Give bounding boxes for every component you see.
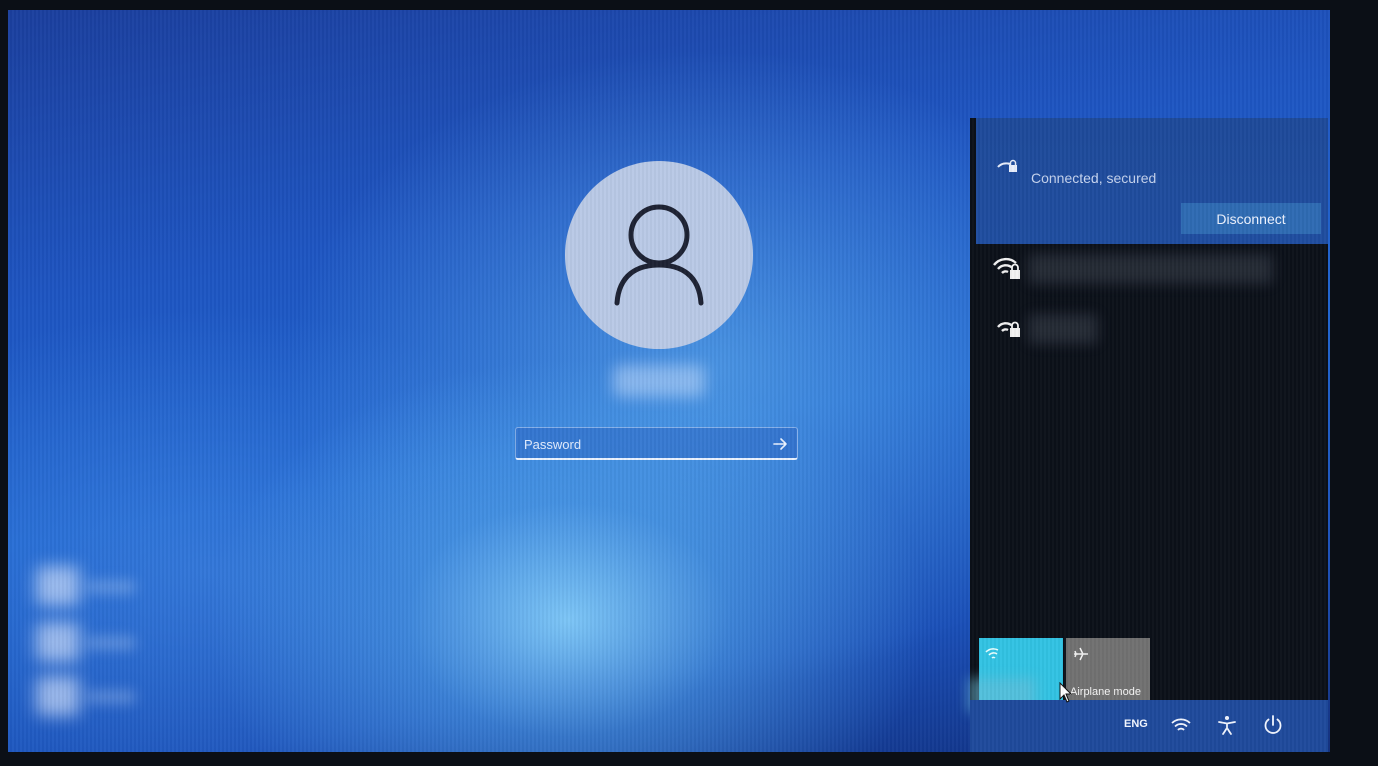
username-redacted (613, 365, 705, 397)
power-icon[interactable] (1262, 714, 1284, 736)
lock-screen: Connected, secured Disconnect Airplane m… (8, 10, 1330, 752)
other-user-name-redacted (86, 636, 136, 650)
wifi-secured-icon (993, 257, 1020, 279)
arrow-right-icon[interactable] (771, 435, 789, 453)
disconnect-button[interactable]: Disconnect (1181, 203, 1321, 234)
other-user-name-redacted (86, 580, 136, 594)
airplane-mode-label: Airplane mode (1070, 686, 1141, 698)
network-name-redacted (1028, 254, 1273, 284)
network-name-redacted (1028, 314, 1098, 344)
airplane-icon (1074, 647, 1088, 661)
mouse-cursor-icon (1059, 682, 1073, 703)
network-flyout: Connected, secured Disconnect Airplane m… (968, 118, 1328, 752)
lock-screen-system-bar: ENG (970, 700, 1328, 752)
connected-network-panel[interactable]: Connected, secured Disconnect (976, 118, 1328, 244)
input-language[interactable]: ENG (1124, 718, 1148, 730)
other-user-avatar[interactable] (36, 566, 80, 606)
network-list-item[interactable] (976, 308, 1328, 360)
password-field[interactable] (515, 427, 798, 460)
other-user-avatar[interactable] (36, 676, 80, 716)
airplane-mode-tile[interactable]: Airplane mode (1066, 638, 1150, 702)
other-user-avatar[interactable] (36, 622, 80, 662)
user-avatar (565, 161, 753, 349)
network-list-item[interactable] (976, 250, 1328, 302)
other-user-name-redacted (86, 690, 136, 704)
accessibility-icon[interactable] (1216, 714, 1238, 736)
person-icon (614, 204, 704, 306)
wifi-icon (985, 648, 999, 659)
password-input[interactable] (522, 432, 766, 456)
wifi-secured-weak-icon (997, 321, 1020, 337)
wifi-icon[interactable] (1170, 714, 1192, 736)
connection-status: Connected, secured (1031, 170, 1157, 186)
wifi-secured-icon (997, 159, 1017, 172)
